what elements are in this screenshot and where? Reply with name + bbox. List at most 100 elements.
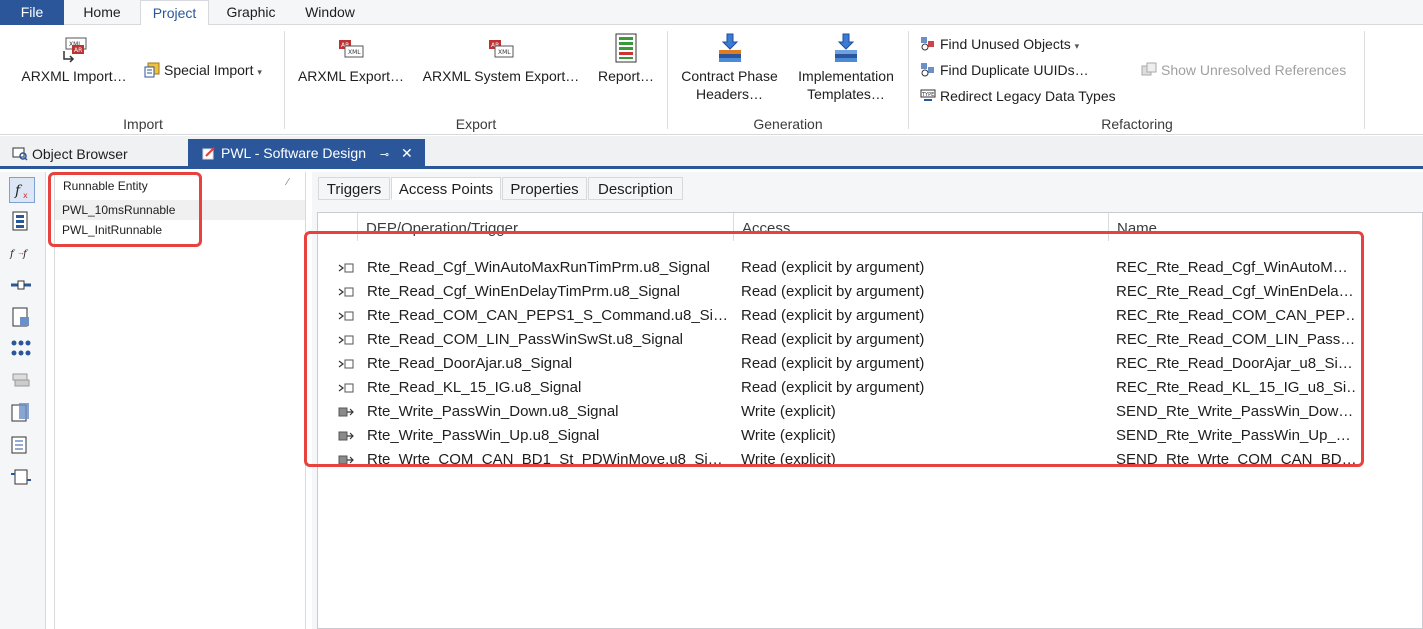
redirect-legacy-label: Redirect Legacy Data Types bbox=[940, 88, 1116, 104]
tab-access-points[interactable]: Access Points bbox=[391, 177, 501, 200]
cell-name: SEND_Rte_Wrte_COM_CAN_BD… bbox=[1116, 451, 1356, 468]
pin-icon[interactable]: ⊸ bbox=[380, 149, 389, 161]
runnable-list-pane: Runnable Entity ⁄ PWL_10msRunnable PWL_I… bbox=[54, 172, 306, 629]
implementation-templates-button[interactable]: Implementation Templates… bbox=[790, 33, 902, 103]
column-header-name[interactable]: Name bbox=[1109, 213, 1422, 241]
cell-dep: Rte_Read_COM_CAN_PEPS1_S_Command.u8_Si… bbox=[367, 307, 729, 324]
find-duplicate-label: Find Duplicate UUIDs… bbox=[940, 62, 1089, 78]
implementation-label-1: Implementation bbox=[798, 68, 894, 84]
tab-properties[interactable]: Properties bbox=[502, 177, 587, 200]
data-element-icon[interactable] bbox=[9, 209, 35, 235]
list-doc-icon[interactable] bbox=[9, 433, 35, 459]
show-unresolved-button[interactable]: Show Unresolved References bbox=[1141, 61, 1346, 79]
report-icon bbox=[615, 33, 637, 63]
group-separator bbox=[1364, 31, 1365, 129]
list-item[interactable]: PWL_InitRunnable bbox=[55, 220, 305, 240]
chevron-down-icon: ▾ bbox=[257, 67, 262, 77]
cell-access: Read (explicit by argument) bbox=[741, 379, 925, 396]
special-import-button[interactable]: Special Import ▾ bbox=[144, 61, 262, 81]
chevron-down-icon: ▾ bbox=[1074, 41, 1080, 51]
ribbon: XML AR ARXML Import… Special Import ▾ Im… bbox=[0, 25, 1423, 135]
cell-dep: Rte_Read_Cgf_WinEnDelayTimPrm.u8_Signal bbox=[367, 283, 680, 300]
menu-file[interactable]: File bbox=[0, 0, 64, 25]
cell-access: Read (explicit by argument) bbox=[741, 283, 925, 300]
list-item[interactable]: PWL_10msRunnable bbox=[55, 200, 305, 220]
contract-phase-label-1: Contract Phase bbox=[681, 68, 778, 84]
arxml-system-export-button[interactable]: AR XML ARXML System Export… bbox=[417, 37, 585, 85]
column-header-access[interactable]: Access bbox=[734, 213, 1109, 241]
table-row[interactable]: Rte_Read_DoorAjar.u8_Signal Read (explici… bbox=[318, 352, 1422, 376]
find-unused-label: Find Unused Objects bbox=[940, 36, 1071, 52]
contract-phase-headers-button[interactable]: Contract Phase Headers… bbox=[676, 33, 783, 103]
implementation-label-2: Templates… bbox=[807, 86, 885, 102]
mapping-icon[interactable] bbox=[9, 465, 35, 491]
arxml-export-button[interactable]: AR XML ARXML Export… bbox=[295, 37, 407, 85]
function-icon[interactable]: fx bbox=[9, 177, 35, 203]
cell-name: SEND_Rte_Write_PassWin_Up_… bbox=[1116, 427, 1351, 444]
find-unused-icon bbox=[921, 37, 934, 51]
table-row[interactable]: Rte_Read_Cgf_WinAutoMaxRunTimPrm.u8_Sign… bbox=[318, 256, 1422, 280]
table-row[interactable]: Rte_Write_PassWin_Up.u8_Signal Write (exp… bbox=[318, 424, 1422, 448]
arxml-export-label: ARXML Export… bbox=[297, 68, 405, 84]
find-unused-objects-button[interactable]: Find Unused Objects ▾ bbox=[920, 35, 1079, 55]
read-access-icon bbox=[338, 335, 354, 345]
read-access-icon bbox=[338, 263, 354, 273]
component-doc-icon[interactable] bbox=[9, 305, 35, 331]
report-label: Report… bbox=[597, 68, 655, 84]
port-icon[interactable] bbox=[9, 273, 35, 299]
menu-window[interactable]: Window bbox=[295, 0, 365, 25]
find-duplicate-uuids-button[interactable]: Find Duplicate UUIDs… bbox=[920, 61, 1089, 79]
table-row[interactable]: Rte_Wrte_COM_CAN_BD1_St_PDWinMove.u8_Si…… bbox=[318, 448, 1422, 472]
column-header-dep[interactable]: DEP/Operation/Trigger bbox=[358, 213, 734, 241]
table-doc-icon[interactable] bbox=[9, 401, 35, 427]
cell-name: SEND_Rte_Write_PassWin_Dow… bbox=[1116, 403, 1354, 420]
table-row[interactable]: Rte_Write_PassWin_Down.u8_Signal Write (e… bbox=[318, 400, 1422, 424]
svg-text:f: f bbox=[22, 249, 29, 260]
menu-project[interactable]: Project bbox=[140, 0, 209, 26]
table-row[interactable]: Rte_Read_COM_CAN_PEPS1_S_Command.u8_Si… R… bbox=[318, 304, 1422, 328]
cell-dep: Rte_Read_COM_LIN_PassWinSwSt.u8_Signal bbox=[367, 331, 683, 348]
tab-description[interactable]: Description bbox=[588, 177, 683, 200]
runnable-entity-header[interactable]: Runnable Entity bbox=[63, 179, 148, 193]
stack-icon[interactable] bbox=[9, 369, 35, 395]
special-import-label: Special Import bbox=[164, 62, 254, 78]
read-access-icon bbox=[338, 311, 354, 321]
arxml-import-button[interactable]: XML AR ARXML Import… bbox=[16, 37, 132, 85]
cell-access: Read (explicit by argument) bbox=[741, 331, 925, 348]
sort-icon[interactable]: ⁄ bbox=[287, 177, 289, 188]
variables-icon[interactable] bbox=[9, 337, 35, 363]
close-icon[interactable]: ✕ bbox=[401, 145, 413, 161]
contract-phase-icon bbox=[718, 33, 741, 62]
find-duplicate-icon bbox=[921, 63, 934, 77]
cell-dep: Rte_Write_PassWin_Down.u8_Signal bbox=[367, 403, 619, 420]
cell-dep: Rte_Write_PassWin_Up.u8_Signal bbox=[367, 427, 600, 444]
table-row[interactable]: Rte_Read_COM_LIN_PassWinSwSt.u8_Signal Re… bbox=[318, 328, 1422, 352]
table-row[interactable]: Rte_Read_Cgf_WinEnDelayTimPrm.u8_Signal R… bbox=[318, 280, 1422, 304]
arxml-export-icon: AR XML bbox=[339, 40, 364, 58]
tab-object-browser[interactable]: Object Browser bbox=[12, 141, 187, 167]
cell-name: REC_Rte_Read_DoorAjar_u8_Si… bbox=[1116, 355, 1353, 372]
group-separator bbox=[284, 31, 285, 129]
tab-triggers[interactable]: Triggers bbox=[318, 177, 390, 200]
group-label-import: Import bbox=[123, 116, 163, 132]
redirect-legacy-button[interactable]: TYPE Redirect Legacy Data Types bbox=[920, 87, 1116, 105]
report-button[interactable]: Report… bbox=[594, 33, 658, 85]
access-points-pane: Triggers Access Points Properties Descri… bbox=[312, 172, 1423, 629]
cell-access: Write (explicit) bbox=[741, 451, 836, 468]
column-header-icon bbox=[318, 213, 358, 241]
cell-access: Read (explicit by argument) bbox=[741, 355, 925, 372]
menu-home[interactable]: Home bbox=[74, 0, 130, 25]
table-row[interactable]: Rte_Read_KL_15_IG.u8_Signal Read (explici… bbox=[318, 376, 1422, 400]
function-chain-icon[interactable]: f → f bbox=[9, 241, 35, 267]
svg-text:f: f bbox=[9, 249, 16, 260]
write-access-icon bbox=[338, 431, 354, 441]
show-unresolved-icon bbox=[1141, 62, 1157, 76]
access-points-table: DEP/Operation/Trigger Access Name Rte_Re… bbox=[317, 212, 1423, 629]
menu-graphic[interactable]: Graphic bbox=[219, 0, 283, 25]
cell-dep: Rte_Read_Cgf_WinAutoMaxRunTimPrm.u8_Sign… bbox=[367, 259, 710, 276]
cell-name: REC_Rte_Read_COM_LIN_Pass… bbox=[1116, 331, 1356, 348]
tab-pwl-label: PWL - Software Design bbox=[221, 145, 366, 161]
tab-pwl-software-design[interactable]: PWL - Software Design ⊸ ✕ bbox=[188, 139, 425, 167]
arxml-import-label: ARXML Import… bbox=[21, 68, 127, 84]
contract-phase-label-2: Headers… bbox=[696, 86, 763, 102]
